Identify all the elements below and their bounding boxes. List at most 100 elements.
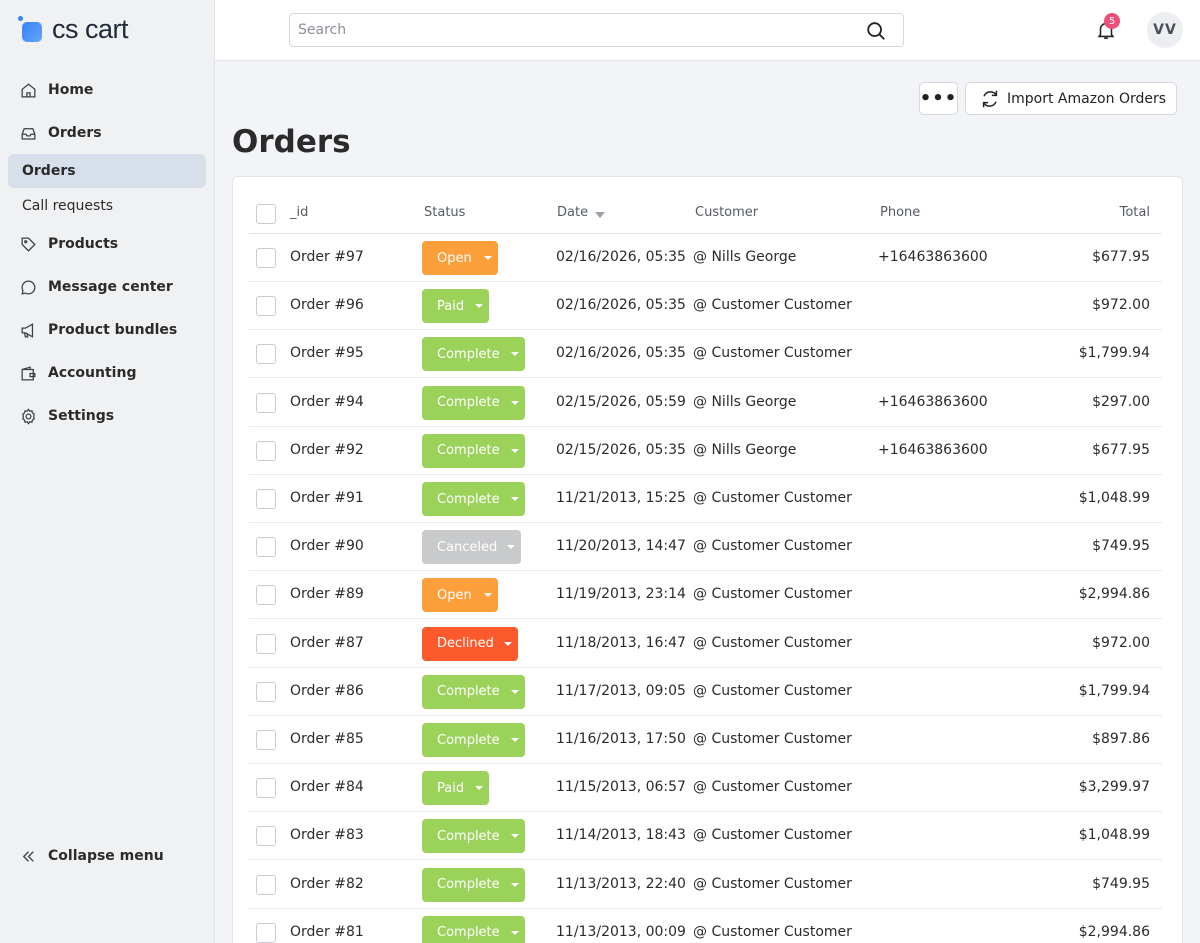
row-checkbox[interactable]	[256, 826, 276, 847]
status-dropdown[interactable]: Complete	[422, 385, 525, 420]
table-row[interactable]: Order #86 Complete 11/17/2013, 09:05 @ Cust…	[249, 668, 1162, 716]
table-row[interactable]: Order #90 Canceled 11/20/2013, 14:47 @ Cust…	[249, 523, 1162, 572]
search-icon[interactable]	[865, 20, 887, 42]
row-checkbox[interactable]	[256, 922, 276, 943]
row-checkbox[interactable]	[256, 440, 276, 461]
column-header-id[interactable]: _id	[290, 205, 308, 220]
table-row[interactable]: Order #95 Complete 02/16/2026, 05:35 @ Cust…	[249, 330, 1162, 379]
order-customer[interactable]: @ Customer Customer	[693, 490, 852, 506]
order-customer[interactable]: @ Customer Customer	[693, 827, 852, 843]
order-customer[interactable]: @ Customer Customer	[693, 924, 852, 940]
sidebar-item-orders[interactable]: Orders	[18, 120, 102, 146]
sort-desc-icon[interactable]	[595, 212, 605, 218]
status-dropdown[interactable]: Paid	[422, 771, 489, 806]
more-actions-button[interactable]: •••	[919, 82, 958, 115]
table-row[interactable]: Order #82 Complete 11/13/2013, 22:40 @ Cust…	[249, 861, 1162, 909]
select-all-checkbox[interactable]	[256, 204, 276, 224]
order-customer[interactable]: @ Customer Customer	[693, 731, 852, 747]
sidebar-item-accounting[interactable]: Accounting	[18, 360, 136, 386]
status-dropdown[interactable]: Open	[422, 578, 498, 613]
status-dropdown[interactable]: Paid	[422, 289, 489, 324]
status-dropdown[interactable]: Canceled	[422, 530, 521, 565]
order-id[interactable]: Order #94	[290, 394, 364, 410]
row-checkbox[interactable]	[256, 730, 276, 750]
logo[interactable]: cs cart	[18, 12, 129, 46]
order-customer[interactable]: @ Customer Customer	[693, 779, 852, 795]
status-dropdown[interactable]: Complete	[422, 674, 525, 709]
order-customer[interactable]: @ Customer Customer	[693, 297, 852, 313]
order-id[interactable]: Order #84	[290, 779, 364, 795]
sidebar-item-home[interactable]: Home	[18, 77, 93, 103]
import-amazon-orders-button[interactable]: Import Amazon Orders	[965, 82, 1177, 115]
status-dropdown[interactable]: Complete	[422, 819, 525, 854]
order-id[interactable]: Order #87	[290, 635, 364, 651]
status-dropdown[interactable]: Complete	[422, 337, 525, 372]
sidebar-item-settings[interactable]: Settings	[18, 403, 114, 429]
row-checkbox[interactable]	[256, 874, 276, 895]
order-customer[interactable]: @ Customer Customer	[693, 635, 852, 651]
status-dropdown[interactable]: Complete	[422, 867, 525, 902]
avatar[interactable]: VV	[1147, 12, 1183, 48]
row-checkbox[interactable]	[256, 344, 276, 365]
search-input[interactable]	[290, 14, 850, 46]
table-row[interactable]: Order #96 Paid 02/16/2026, 05:35 @ Customer…	[249, 282, 1162, 331]
status-dropdown[interactable]: Complete	[422, 482, 525, 516]
sidebar-subitem-call-requests[interactable]: Call requests	[8, 189, 206, 223]
order-id[interactable]: Order #86	[290, 683, 364, 699]
status-dropdown[interactable]: Complete	[422, 723, 525, 757]
table-row[interactable]: Order #84 Paid 11/15/2013, 06:57 @ Customer…	[249, 764, 1162, 813]
column-header-phone[interactable]: Phone	[880, 205, 920, 220]
collapse-menu-button[interactable]: Collapse menu	[18, 843, 164, 869]
row-checkbox[interactable]	[256, 681, 276, 702]
order-id[interactable]: Order #89	[290, 586, 364, 602]
table-row[interactable]: Order #81 Complete 11/13/2013, 00:09 @ Cust…	[249, 909, 1162, 943]
table-row[interactable]: Order #94 Complete 02/15/2026, 05:59 @ Nill…	[249, 379, 1162, 427]
order-id[interactable]: Order #81	[290, 924, 364, 940]
row-checkbox[interactable]	[256, 633, 276, 654]
order-id[interactable]: Order #97	[290, 249, 364, 265]
table-row[interactable]: Order #97 Open 02/16/2026, 05:35 @ Nills Ge…	[249, 234, 1162, 282]
order-customer[interactable]: @ Nills George	[693, 442, 796, 458]
order-date: 11/13/2013, 00:09	[556, 923, 686, 940]
column-header-total[interactable]: Total	[1120, 205, 1150, 220]
order-id[interactable]: Order #95	[290, 345, 364, 361]
row-checkbox[interactable]	[256, 537, 276, 558]
order-id[interactable]: Order #91	[290, 490, 364, 506]
order-id[interactable]: Order #92	[290, 442, 364, 458]
order-id[interactable]: Order #90	[290, 538, 364, 554]
column-header-status[interactable]: Status	[424, 205, 465, 220]
row-checkbox[interactable]	[256, 296, 276, 317]
order-customer[interactable]: @ Customer Customer	[693, 586, 852, 602]
status-dropdown[interactable]: Declined	[422, 626, 518, 661]
order-customer[interactable]: @ Nills George	[693, 394, 796, 410]
status-dropdown[interactable]: Open	[422, 241, 498, 275]
order-id[interactable]: Order #82	[290, 876, 364, 892]
order-customer[interactable]: @ Customer Customer	[693, 876, 852, 892]
row-checkbox[interactable]	[256, 585, 276, 606]
order-customer[interactable]: @ Customer Customer	[693, 345, 852, 361]
sidebar-subitem-orders[interactable]: Orders	[8, 154, 206, 188]
status-dropdown[interactable]: Complete	[422, 915, 525, 943]
status-dropdown[interactable]: Complete	[422, 433, 525, 468]
row-checkbox[interactable]	[256, 489, 276, 509]
column-header-customer[interactable]: Customer	[695, 205, 758, 220]
column-header-date[interactable]: Date	[557, 205, 588, 220]
table-row[interactable]: Order #83 Complete 11/14/2013, 18:43 @ Cust…	[249, 812, 1162, 861]
row-checkbox[interactable]	[256, 392, 276, 413]
order-id[interactable]: Order #83	[290, 827, 364, 843]
table-row[interactable]: Order #91 Complete 11/21/2013, 15:25 @ Cust…	[249, 475, 1162, 523]
order-customer[interactable]: @ Customer Customer	[693, 683, 852, 699]
row-checkbox[interactable]	[256, 778, 276, 799]
order-id[interactable]: Order #85	[290, 731, 364, 747]
table-row[interactable]: Order #92 Complete 02/15/2026, 05:35 @ Nill…	[249, 427, 1162, 475]
order-customer[interactable]: @ Nills George	[693, 249, 796, 265]
table-row[interactable]: Order #85 Complete 11/16/2013, 17:50 @ Cust…	[249, 716, 1162, 764]
order-customer[interactable]: @ Customer Customer	[693, 538, 852, 554]
table-row[interactable]: Order #87 Declined 11/18/2013, 16:47 @ Cust…	[249, 620, 1162, 668]
order-id[interactable]: Order #96	[290, 297, 364, 313]
sidebar-item-message-center[interactable]: Message center	[18, 274, 173, 300]
row-checkbox[interactable]	[256, 248, 276, 268]
sidebar-item-product-bundles[interactable]: Product bundles	[18, 317, 177, 343]
table-row[interactable]: Order #89 Open 11/19/2013, 23:14 @ Customer…	[249, 571, 1162, 620]
sidebar-item-products[interactable]: Products	[18, 231, 118, 257]
